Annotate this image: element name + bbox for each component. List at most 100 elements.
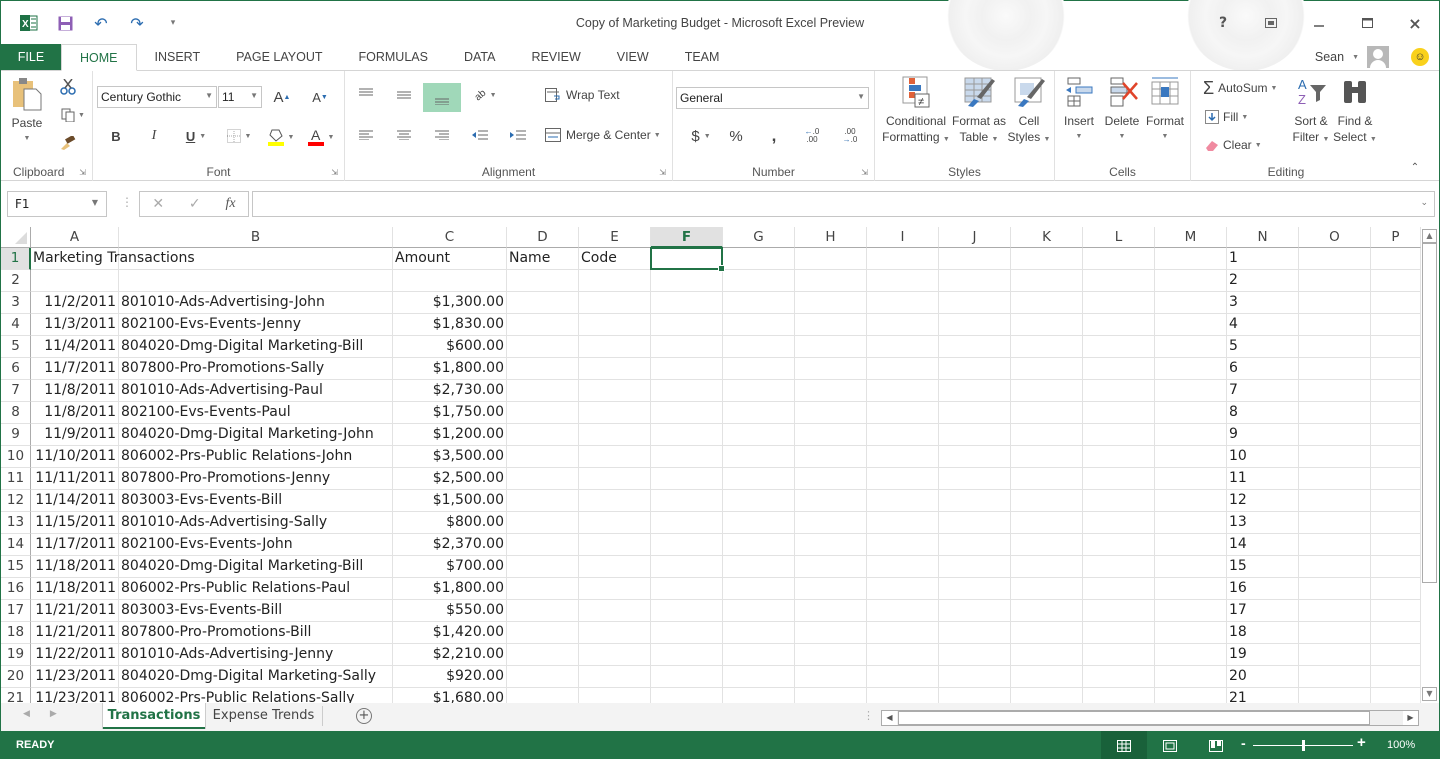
cell-i6[interactable] [867, 358, 939, 380]
cell-p1[interactable] [1371, 248, 1421, 270]
cell-i17[interactable] [867, 600, 939, 622]
cell-h11[interactable] [795, 468, 867, 490]
cell-b6[interactable]: 807800-Pro-Promotions-Sally [119, 358, 393, 380]
active-cell-selection[interactable] [650, 247, 725, 272]
cell-a11[interactable]: 11/11/2011 [31, 468, 119, 490]
cell-e15[interactable] [579, 556, 651, 578]
cell-g9[interactable] [723, 424, 795, 446]
cell-d21[interactable] [507, 688, 579, 703]
cell-p16[interactable] [1371, 578, 1421, 600]
horizontal-scroll-thumb[interactable] [898, 711, 1370, 725]
collapse-ribbon-icon[interactable]: ⌃ [1407, 159, 1423, 175]
tab-splitter[interactable]: ⋮ [863, 709, 874, 722]
cell-d8[interactable] [507, 402, 579, 424]
cell-m7[interactable] [1155, 380, 1227, 402]
cell-c19[interactable]: $2,210.00 [393, 644, 507, 666]
cell-a4[interactable]: 11/3/2011 [31, 314, 119, 336]
cell-m8[interactable] [1155, 402, 1227, 424]
cell-f14[interactable] [651, 534, 723, 556]
avatar[interactable] [1367, 46, 1389, 68]
delete-cells-button[interactable]: Delete ▼ [1101, 75, 1143, 145]
cell-a12[interactable]: 11/14/2011 [31, 490, 119, 512]
cell-l6[interactable] [1083, 358, 1155, 380]
cell-b21[interactable]: 806002-Prs-Public Relations-Sally [119, 688, 393, 703]
cell-n21[interactable]: 21 [1227, 688, 1299, 703]
cell-f19[interactable] [651, 644, 723, 666]
cell-g11[interactable] [723, 468, 795, 490]
cell-d13[interactable] [507, 512, 579, 534]
cell-m12[interactable] [1155, 490, 1227, 512]
cell-p7[interactable] [1371, 380, 1421, 402]
cell-p9[interactable] [1371, 424, 1421, 446]
cell-d17[interactable] [507, 600, 579, 622]
cell-n2[interactable]: 2 [1227, 270, 1299, 292]
tab-review[interactable]: REVIEW [513, 44, 598, 70]
align-center-icon[interactable] [389, 123, 419, 147]
cell-o5[interactable] [1299, 336, 1371, 358]
cell-l17[interactable] [1083, 600, 1155, 622]
cell-d3[interactable] [507, 292, 579, 314]
bottom-align-icon[interactable] [423, 83, 461, 112]
orientation-icon[interactable]: ab ▼ [469, 83, 503, 107]
row-header[interactable]: 11 [1, 468, 31, 490]
tab-view[interactable]: VIEW [599, 44, 667, 70]
cell-a13[interactable]: 11/15/2011 [31, 512, 119, 534]
sort-filter-button[interactable]: AZ Sort & Filter ▼ [1291, 75, 1331, 148]
page-break-view-button[interactable] [1193, 731, 1239, 759]
cell-c15[interactable]: $700.00 [393, 556, 507, 578]
cell-j18[interactable] [939, 622, 1011, 644]
middle-align-icon[interactable] [389, 83, 419, 107]
row-header[interactable]: 15 [1, 556, 31, 578]
sheet-tab-transactions[interactable]: Transactions [103, 703, 205, 729]
row-header[interactable]: 21 [1, 688, 31, 703]
cell-n4[interactable]: 4 [1227, 314, 1299, 336]
cell-k10[interactable] [1011, 446, 1083, 468]
prev-sheet-icon[interactable]: ◀ [23, 709, 30, 719]
cell-e1[interactable]: Code [579, 248, 651, 270]
cell-n19[interactable]: 19 [1227, 644, 1299, 666]
cell-b7[interactable]: 801010-Ads-Advertising-Paul [119, 380, 393, 402]
cell-e12[interactable] [579, 490, 651, 512]
cell-o20[interactable] [1299, 666, 1371, 688]
cell-f15[interactable] [651, 556, 723, 578]
cell-e3[interactable] [579, 292, 651, 314]
cell-e4[interactable] [579, 314, 651, 336]
cell-m6[interactable] [1155, 358, 1227, 380]
conditional-formatting-button[interactable]: ≠ Conditional Formatting ▼ [879, 75, 953, 148]
cell-j9[interactable] [939, 424, 1011, 446]
cell-h14[interactable] [795, 534, 867, 556]
scroll-down-icon[interactable]: ▼ [1422, 687, 1437, 701]
cell-j19[interactable] [939, 644, 1011, 666]
cell-a15[interactable]: 11/18/2011 [31, 556, 119, 578]
column-header-p[interactable]: P [1371, 227, 1421, 248]
cell-p5[interactable] [1371, 336, 1421, 358]
cell-f13[interactable] [651, 512, 723, 534]
cell-m13[interactable] [1155, 512, 1227, 534]
cell-h5[interactable] [795, 336, 867, 358]
row-header[interactable]: 1 [1, 248, 31, 270]
cell-m5[interactable] [1155, 336, 1227, 358]
clear-button[interactable]: Clear ▼ [1205, 134, 1269, 156]
help-button[interactable]: ? [1199, 9, 1247, 37]
cell-e10[interactable] [579, 446, 651, 468]
cell-o7[interactable] [1299, 380, 1371, 402]
cell-c3[interactable]: $1,300.00 [393, 292, 507, 314]
cell-e14[interactable] [579, 534, 651, 556]
cell-f20[interactable] [651, 666, 723, 688]
cell-g4[interactable] [723, 314, 795, 336]
user-account[interactable]: Sean ▼ ☺ [1315, 45, 1429, 69]
cell-l14[interactable] [1083, 534, 1155, 556]
cell-c7[interactable]: $2,730.00 [393, 380, 507, 402]
tab-data[interactable]: DATA [446, 44, 513, 70]
formula-input[interactable]: ⌄ [252, 191, 1435, 217]
cell-e16[interactable] [579, 578, 651, 600]
cell-k20[interactable] [1011, 666, 1083, 688]
cell-f7[interactable] [651, 380, 723, 402]
cell-k2[interactable] [1011, 270, 1083, 292]
cell-i12[interactable] [867, 490, 939, 512]
cell-c5[interactable]: $600.00 [393, 336, 507, 358]
cell-i4[interactable] [867, 314, 939, 336]
tab-home[interactable]: HOME [61, 44, 137, 71]
row-header[interactable]: 19 [1, 644, 31, 666]
normal-view-button[interactable] [1101, 731, 1147, 759]
